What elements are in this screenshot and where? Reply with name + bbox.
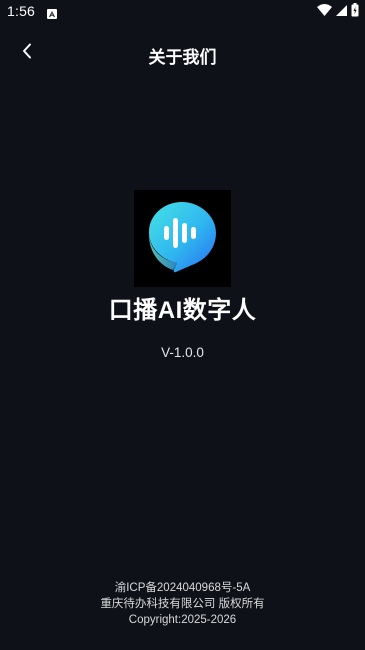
app-version: V-1.0.0 (161, 345, 204, 360)
footer: 渝ICP备2024040968号-5A 重庆待办科技有限公司 版权所有 Copy… (0, 580, 365, 628)
battery-icon (351, 2, 359, 22)
about-screen: 1:56 关于我们 口播AI数字人 V-1.0.0 渝ICP备202404096… (0, 0, 365, 650)
app-name: 口播AI数字人 (108, 297, 257, 324)
android-notification-icon (47, 6, 57, 19)
wifi-icon (317, 3, 332, 21)
signal-icon (336, 3, 347, 21)
page-title: 关于我们 (148, 48, 217, 67)
status-time: 1:56 (7, 3, 36, 19)
voice-bubble-logo-icon (134, 202, 231, 291)
copyright-years: Copyright:2025-2026 (128, 614, 237, 626)
company-copyright: 重庆待办科技有限公司 版权所有 (100, 598, 265, 610)
status-icons (317, 2, 359, 22)
icp-license: 渝ICP备2024040968号-5A (114, 582, 251, 594)
app-logo (134, 190, 231, 287)
app-bar: 关于我们 (0, 30, 365, 76)
status-bar: 1:56 (0, 0, 365, 24)
